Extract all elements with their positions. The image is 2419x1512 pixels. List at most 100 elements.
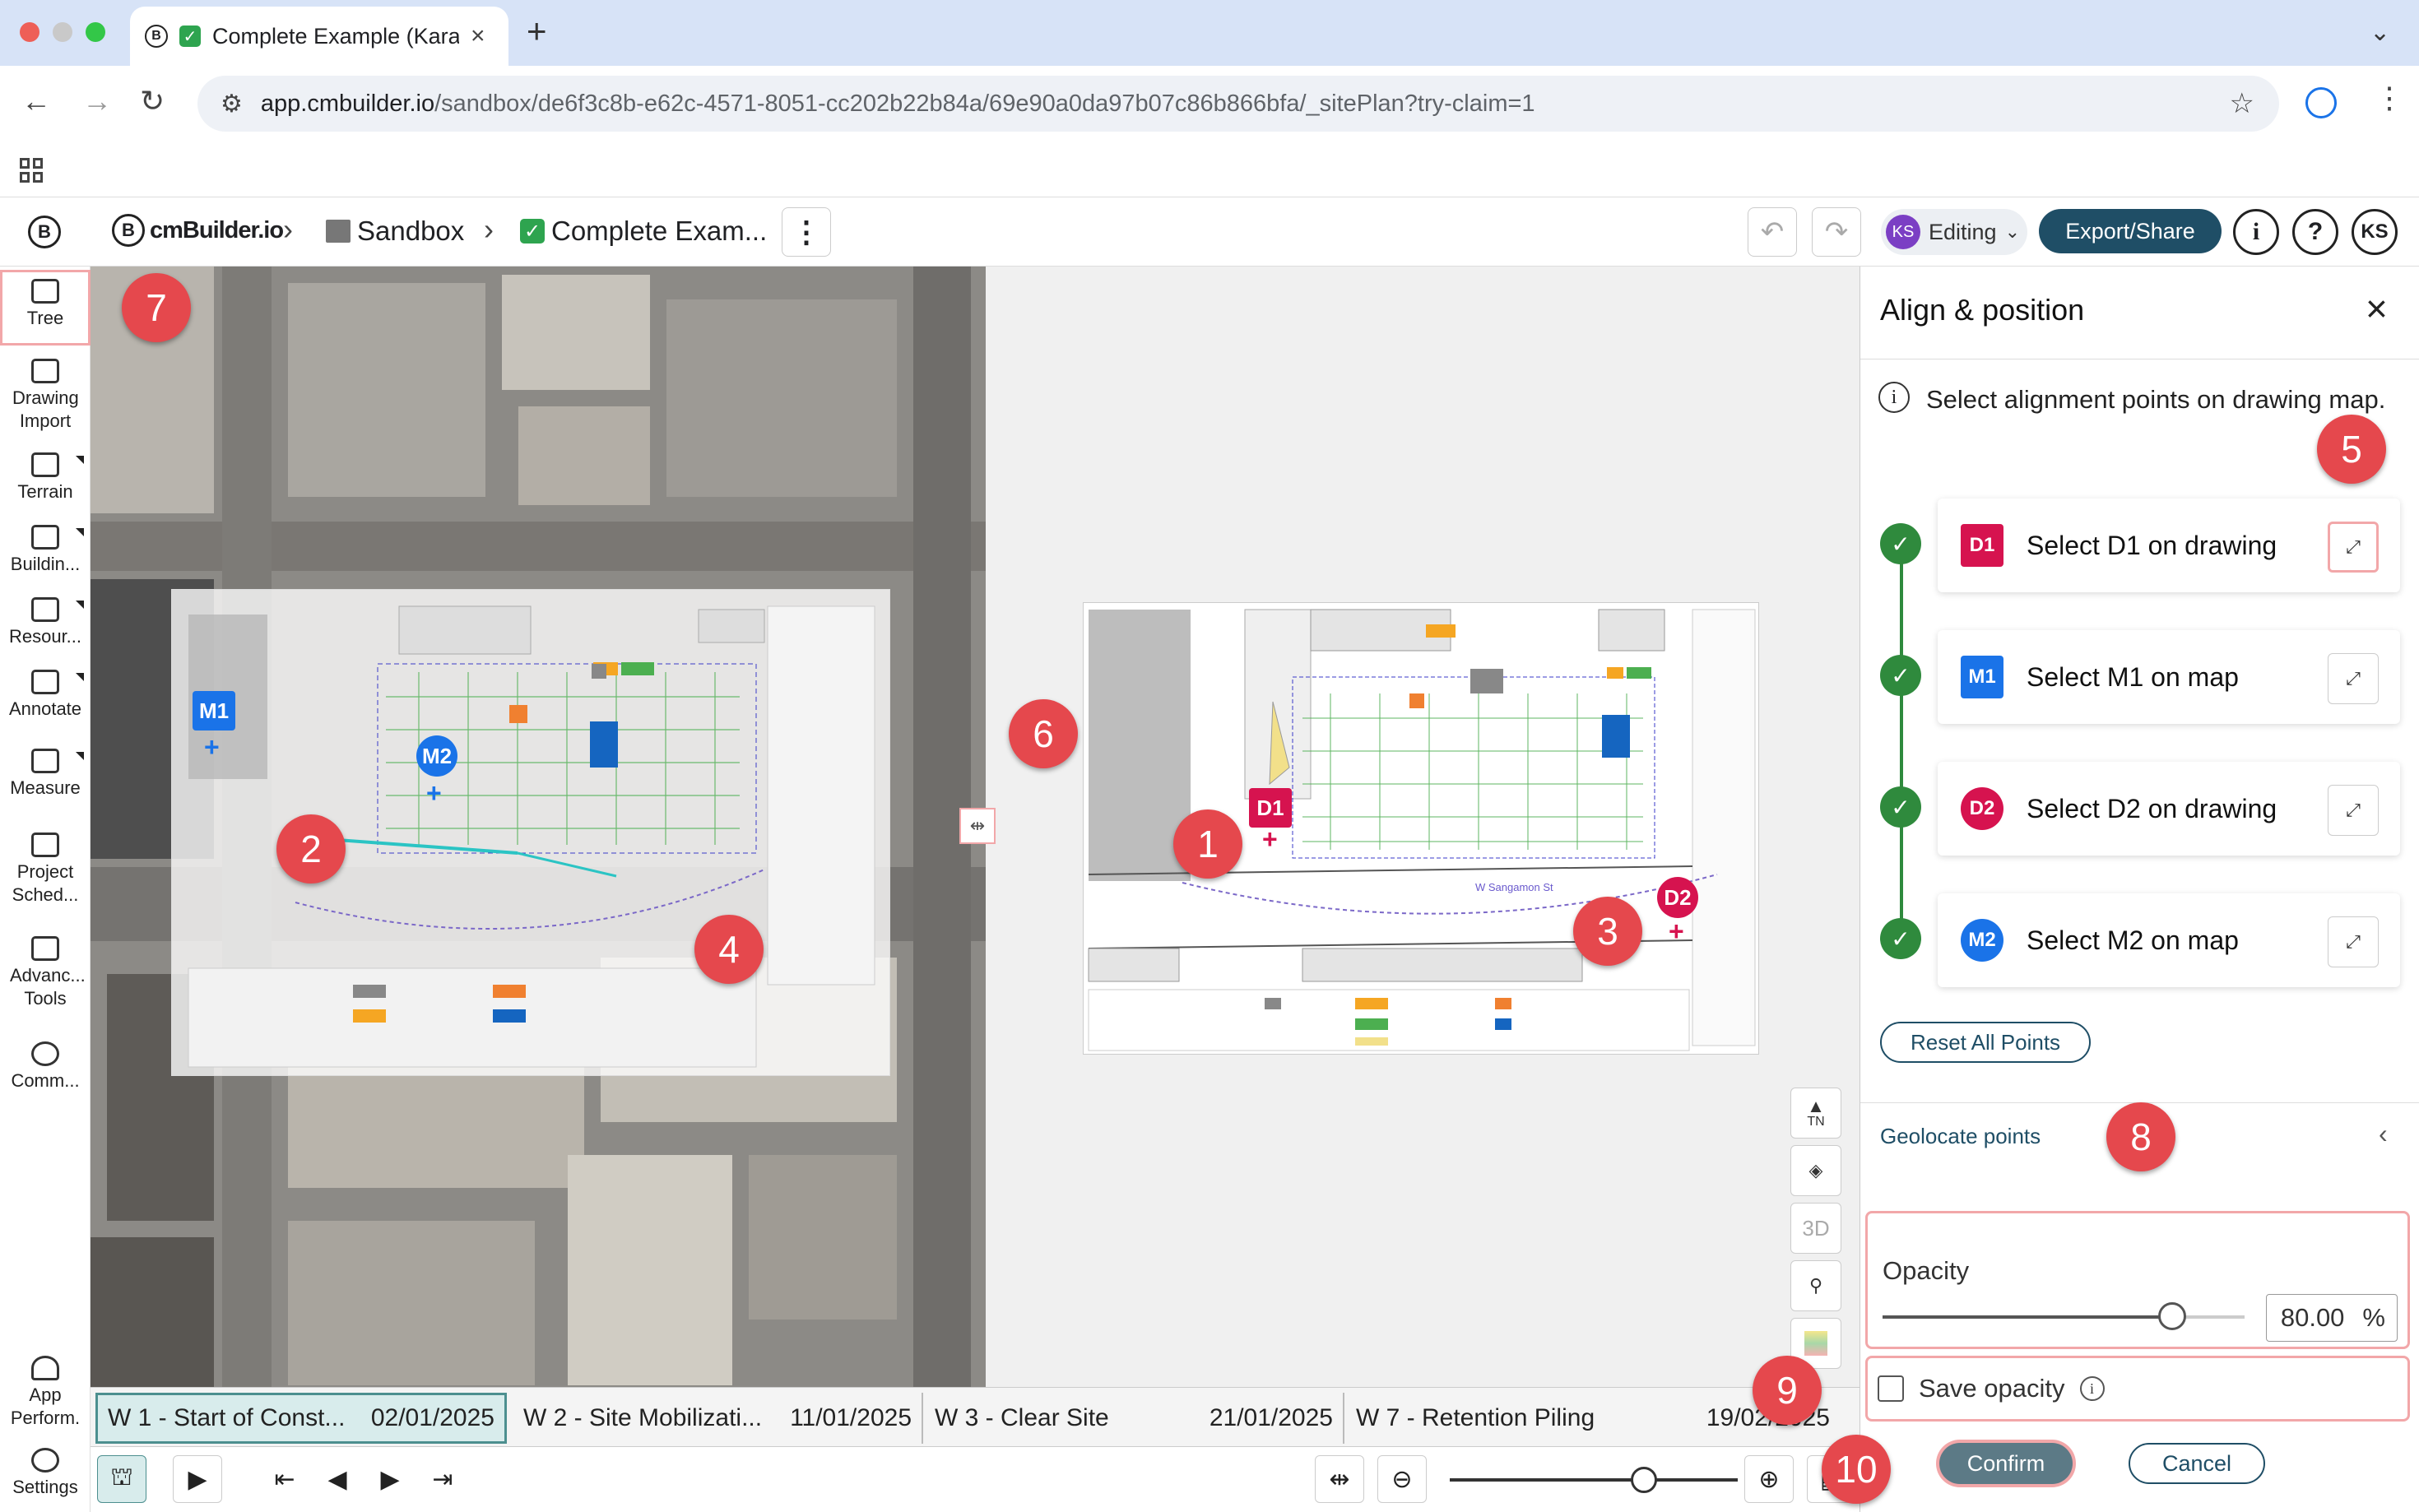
site-plan-view-button[interactable]: ⛫ xyxy=(97,1455,146,1503)
redo-button[interactable]: ↷ xyxy=(1812,207,1861,257)
site-settings-icon[interactable]: ⚙ xyxy=(221,90,243,118)
pick-point-button[interactable]: ⤢ xyxy=(2328,522,2379,573)
breadcrumb-sandbox[interactable]: Sandbox xyxy=(326,216,464,247)
zoom-slider-thumb[interactable] xyxy=(1631,1467,1657,1493)
zoom-in-button[interactable]: ⊕ xyxy=(1744,1455,1794,1503)
tool-terrain[interactable]: Terrain xyxy=(0,452,91,503)
zoom-out-button[interactable]: ⊖ xyxy=(1377,1455,1427,1503)
split-view-handle[interactable]: ⇹ xyxy=(959,808,996,844)
chevron-left-icon[interactable]: ‹ xyxy=(2379,1119,2388,1149)
zoom-slider[interactable] xyxy=(1450,1467,1738,1493)
street-view-button[interactable]: ⚲ xyxy=(1790,1260,1841,1311)
skip-to-end-button[interactable]: ⇥ xyxy=(418,1455,467,1503)
step-forward-button[interactable]: ▶ xyxy=(365,1455,415,1503)
browser-menu-icon[interactable]: ⋮ xyxy=(2375,81,2404,115)
timeline-phase[interactable]: W 1 - Start of Const... 02/01/2025 xyxy=(95,1393,507,1444)
apps-grid-icon[interactable] xyxy=(20,158,44,183)
bookmark-star-icon[interactable]: ☆ xyxy=(2230,87,2254,120)
tool-settings[interactable]: Settings xyxy=(0,1448,91,1499)
forward-arrow-icon[interactable]: → xyxy=(82,84,112,118)
check-icon: ✓ xyxy=(1880,523,1921,564)
fit-width-button[interactable]: ⇹ xyxy=(1315,1455,1364,1503)
opacity-section: Opacity 80.00 % xyxy=(1865,1211,2410,1349)
breadcrumb-project[interactable]: ✓ Complete Exam... xyxy=(520,216,767,247)
pick-point-button[interactable]: ⤢ xyxy=(2328,785,2379,836)
tool-drawing-import[interactable]: Drawing Import xyxy=(0,359,91,432)
check-icon: ✓ xyxy=(1880,786,1921,828)
tool-project-schedule[interactable]: Project Sched... xyxy=(0,833,91,906)
step-back-button[interactable]: ◀ xyxy=(313,1455,362,1503)
true-north-button[interactable]: ▲ TN xyxy=(1790,1088,1841,1139)
layers-button[interactable]: ◈ xyxy=(1790,1145,1841,1196)
tool-tree[interactable]: Tree xyxy=(0,270,91,346)
opacity-input[interactable]: 80.00 % xyxy=(2266,1294,2398,1342)
new-tab-button[interactable]: + xyxy=(527,12,547,51)
presentation-button[interactable]: ▶ xyxy=(173,1455,222,1503)
opacity-slider-thumb[interactable] xyxy=(2158,1302,2186,1330)
callout-4: 4 xyxy=(694,915,764,984)
tab-search-chevron-icon[interactable]: ⌄ xyxy=(2370,18,2390,47)
close-icon[interactable]: × xyxy=(2366,286,2388,331)
step-select-m2[interactable]: M2 Select M2 on map ⤢ xyxy=(1938,893,2400,987)
window-maximize-button[interactable] xyxy=(86,22,105,42)
marker-m2[interactable]: M2 xyxy=(416,735,457,777)
geolocate-points-toggle[interactable]: Geolocate points xyxy=(1880,1124,2041,1149)
help-icon[interactable]: ? xyxy=(2292,209,2338,255)
tool-measure[interactable]: Measure xyxy=(0,749,91,800)
user-avatar-button[interactable]: KS xyxy=(2352,209,2398,255)
profile-icon[interactable] xyxy=(2305,87,2337,118)
marker-d1[interactable]: D1 xyxy=(1249,788,1292,828)
drawing-overlay[interactable] xyxy=(171,589,890,1076)
tool-app-performance-label: App Perform. xyxy=(10,1384,81,1428)
skip-to-start-button[interactable]: ⇤ xyxy=(260,1455,309,1503)
pick-point-icon: ⤢ xyxy=(2346,536,2361,557)
pick-point-icon: ⤢ xyxy=(2346,800,2361,820)
browser-tab-active[interactable]: B ✓ Complete Example (Karan × xyxy=(130,7,508,66)
timeline-phase[interactable]: W 3 - Clear Site 21/01/2025 xyxy=(925,1393,1344,1444)
satellite-map[interactable]: M1 + M2 + xyxy=(91,267,986,1387)
back-arrow-icon[interactable]: ← xyxy=(21,84,51,118)
info-icon[interactable]: i xyxy=(2079,1376,2105,1401)
marker-d2[interactable]: D2 xyxy=(1657,877,1698,918)
undo-button[interactable]: ↶ xyxy=(1748,207,1797,257)
tool-comments[interactable]: Comm... xyxy=(0,1041,91,1092)
tool-app-performance[interactable]: App Perform. xyxy=(0,1356,91,1429)
address-bar[interactable]: ⚙ app.cmbuilder.io/sandbox/de6f3c8b-e62c… xyxy=(197,76,2279,132)
tool-resources[interactable]: Resour... xyxy=(0,597,91,648)
view-3d-button[interactable]: 3D xyxy=(1790,1203,1841,1254)
pick-point-button[interactable]: ⤢ xyxy=(2328,653,2379,704)
mode-dropdown[interactable]: KS Editing ⌄ xyxy=(1881,209,2027,255)
project-more-button[interactable]: ⋮ xyxy=(782,207,831,257)
reset-all-points-button[interactable]: Reset All Points xyxy=(1880,1022,2091,1063)
reload-icon[interactable]: ↻ xyxy=(140,84,165,118)
drawing-view[interactable]: W Sangamon St D1 + D2 + xyxy=(986,267,1860,1387)
opacity-label: Opacity xyxy=(1883,1256,1970,1285)
info-icon[interactable]: i xyxy=(2233,209,2279,255)
cancel-button[interactable]: Cancel xyxy=(2129,1443,2265,1484)
fit-width-icon: ⇹ xyxy=(1329,1465,1350,1493)
step-select-m1[interactable]: M1 Select M1 on map ⤢ xyxy=(1938,630,2400,724)
app-logo-icon[interactable]: B xyxy=(28,216,61,248)
opacity-slider[interactable] xyxy=(1883,1302,2245,1330)
tool-advanced-tools[interactable]: Advanc... Tools xyxy=(0,936,91,1009)
chevron-down-icon: ⌄ xyxy=(2004,221,2020,242)
export-share-button[interactable]: Export/Share xyxy=(2039,209,2222,253)
window-close-button[interactable] xyxy=(20,22,39,42)
confirm-button[interactable]: Confirm xyxy=(1939,1443,2073,1484)
comment-bubble-icon xyxy=(31,1041,59,1066)
tool-buildings[interactable]: Buildin... xyxy=(0,525,91,576)
left-toolbar: Tree Drawing Import Terrain Buildin... R… xyxy=(0,267,91,1512)
save-opacity-checkbox[interactable] xyxy=(1878,1375,1904,1402)
step-select-d1[interactable]: D1 Select D1 on drawing ⤢ xyxy=(1938,499,2400,592)
window-minimize-button[interactable] xyxy=(53,22,72,42)
pick-point-button[interactable]: ⤢ xyxy=(2328,916,2379,967)
building-icon xyxy=(31,525,59,550)
brand-name[interactable]: cmBuilder.io xyxy=(150,217,284,244)
marker-m1[interactable]: M1 xyxy=(193,691,235,730)
tool-annotate[interactable]: Annotate xyxy=(0,670,91,721)
callout-9: 9 xyxy=(1753,1356,1822,1425)
step-select-d2[interactable]: D2 Select D2 on drawing ⤢ xyxy=(1938,762,2400,856)
timeline-phase[interactable]: W 2 - Site Mobilizati... 11/01/2025 xyxy=(513,1393,923,1444)
tool-terrain-label: Terrain xyxy=(17,481,73,502)
tab-close-icon[interactable]: × xyxy=(471,22,485,50)
